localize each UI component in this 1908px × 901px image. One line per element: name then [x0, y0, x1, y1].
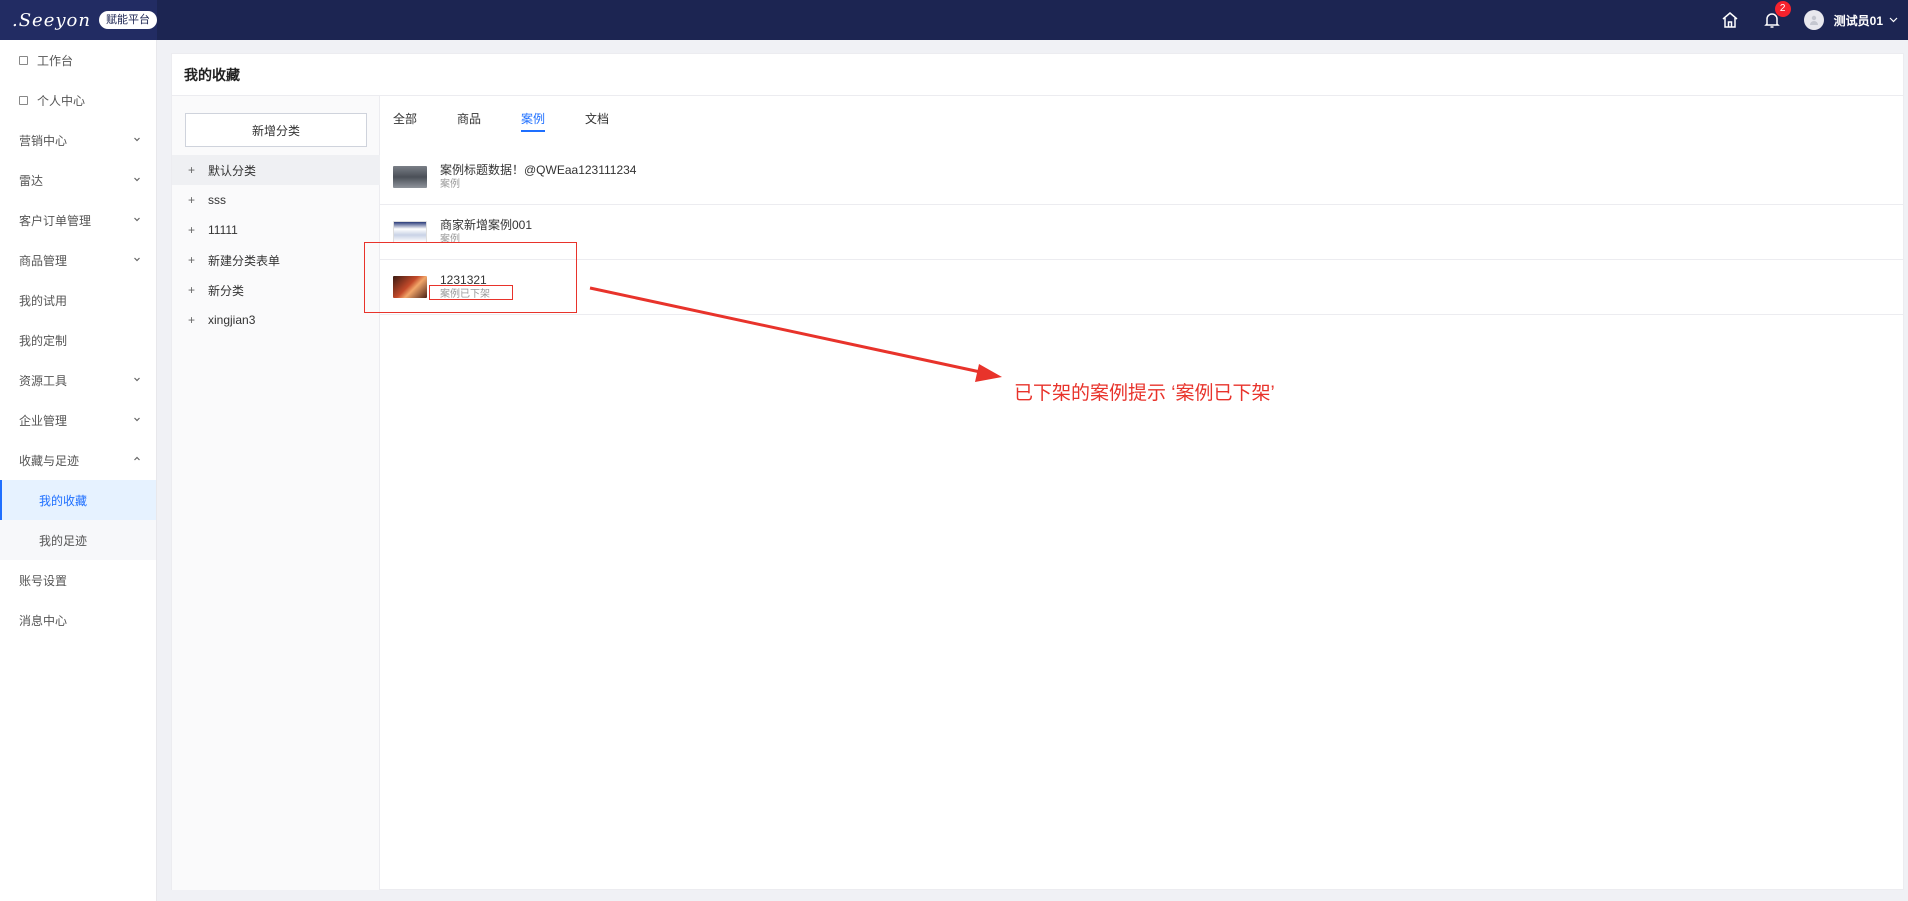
category-item[interactable]: + sss: [172, 185, 380, 215]
sidebar-item-favorites-footprints[interactable]: 收藏与足迹: [0, 440, 156, 480]
sidebar-item-label: 我的收藏: [39, 493, 88, 508]
sidebar-item-message-center[interactable]: 消息中心: [0, 600, 156, 640]
list-item[interactable]: 1231321 案例已下架: [380, 260, 1903, 315]
user-icon: [1809, 15, 1818, 25]
logo-text: .Seeyon: [12, 9, 91, 31]
annotation-highlight-box: [364, 242, 577, 313]
category-label: sss: [208, 193, 226, 207]
sidebar-item-my-favorites[interactable]: 我的收藏: [0, 480, 156, 520]
home-icon[interactable]: [1720, 10, 1740, 30]
sidebar-item-customer-orders[interactable]: 客户订单管理: [0, 200, 156, 240]
workbench-icon: [19, 55, 28, 65]
sidebar-item-marketing[interactable]: 营销中心: [0, 120, 156, 160]
annotation-status-box: [429, 285, 513, 300]
favorites-list: 案例标题数据！@QWEaa123111234 案例 商家新增案例001 案例 1…: [380, 150, 1903, 315]
sidebar-item-label: 企业管理: [19, 413, 68, 428]
sidebar-item-label: 雷达: [19, 173, 44, 188]
sidebar-item-my-trial[interactable]: 我的试用: [0, 280, 156, 320]
sidebar-item-resource-tools[interactable]: 资源工具: [0, 360, 156, 400]
favorites-card: 我的收藏 新增分类 + 默认分类 + sss + 11111 + 新建分类表单 …: [171, 53, 1904, 890]
notification-bell[interactable]: 2: [1762, 1, 1791, 30]
list-item[interactable]: 商家新增案例001 案例: [380, 205, 1903, 260]
tab-all[interactable]: 全部: [393, 110, 417, 132]
tab-documents[interactable]: 文档: [585, 110, 609, 132]
sidebar-item-enterprise[interactable]: 企业管理: [0, 400, 156, 440]
chevron-down-icon: [134, 177, 140, 182]
category-item[interactable]: + 新分类: [172, 275, 380, 305]
chevron-down-icon[interactable]: [1889, 15, 1898, 26]
category-item[interactable]: + 11111: [172, 215, 380, 245]
notification-badge: 2: [1774, 1, 1791, 17]
sidebar-item-label: 营销中心: [19, 133, 68, 148]
plus-icon[interactable]: +: [188, 223, 198, 237]
sidebar-item-account-settings[interactable]: 账号设置: [0, 560, 156, 600]
sidebar-item-label: 工作台: [37, 53, 74, 68]
sidebar-item-personal-center[interactable]: 个人中心: [0, 80, 156, 120]
case-thumbnail[interactable]: [393, 221, 427, 243]
platform-tag: 赋能平台: [98, 11, 157, 29]
add-category-button[interactable]: 新增分类: [185, 113, 367, 147]
sidebar-item-label: 商品管理: [19, 253, 68, 268]
sidebar-item-label: 个人中心: [37, 93, 86, 108]
item-text: 案例标题数据！@QWEaa123111234 案例: [440, 162, 636, 192]
sidebar-item-label: 我的定制: [19, 333, 68, 348]
chevron-down-icon: [134, 417, 140, 422]
top-bar: .Seeyon 赋能平台 2 测试员01: [0, 0, 1908, 40]
tab-products[interactable]: 商品: [457, 110, 481, 132]
case-thumbnail[interactable]: [393, 166, 427, 188]
sidebar-item-products[interactable]: 商品管理: [0, 240, 156, 280]
category-item[interactable]: + 新建分类表单: [172, 245, 380, 275]
sidebar-item-workbench[interactable]: 工作台: [0, 40, 156, 80]
plus-icon[interactable]: +: [188, 313, 198, 327]
chevron-down-icon: [134, 137, 140, 142]
chevron-down-icon: [134, 217, 140, 222]
sidebar-submenu: 我的收藏 我的足迹: [0, 480, 156, 560]
personal-center-icon: [19, 95, 28, 105]
annotation-label: 已下架的案例提示 ‘案例已下架’: [1014, 383, 1275, 404]
category-item[interactable]: + 默认分类: [172, 155, 380, 185]
item-title[interactable]: 案例标题数据！@QWEaa123111234: [440, 162, 636, 178]
sidebar-item-label: 我的足迹: [39, 533, 88, 548]
topbar-actions: 2 测试员01: [1720, 0, 1898, 40]
sidebar-item-label: 消息中心: [19, 613, 68, 628]
page-title: 我的收藏: [172, 54, 1903, 96]
user-name[interactable]: 测试员01: [1834, 12, 1883, 29]
favorites-content: 全部 商品 案例 文档 案例标题数据！@QWEaa123111234 案例 商家…: [380, 96, 1903, 889]
plus-icon[interactable]: +: [188, 163, 198, 177]
plus-icon[interactable]: +: [188, 283, 198, 297]
category-list: + 默认分类 + sss + 11111 + 新建分类表单 + 新分类 + xi…: [172, 155, 380, 335]
logo[interactable]: .Seeyon 赋能平台: [0, 0, 157, 40]
type-tabs: 全部 商品 案例 文档: [393, 110, 649, 132]
chevron-down-icon: [134, 257, 140, 262]
sidebar-item-radar[interactable]: 雷达: [0, 160, 156, 200]
sidebar-item-label: 我的试用: [19, 293, 68, 308]
category-label: 新分类: [208, 283, 245, 298]
chevron-up-icon: [134, 456, 140, 461]
category-label: xingjian3: [208, 313, 256, 327]
item-title[interactable]: 商家新增案例001: [440, 217, 532, 233]
tab-cases[interactable]: 案例: [521, 110, 546, 132]
category-label: 新建分类表单: [208, 253, 281, 268]
list-item[interactable]: 案例标题数据！@QWEaa123111234 案例: [380, 150, 1903, 205]
category-item[interactable]: + xingjian3: [172, 305, 380, 335]
plus-icon[interactable]: +: [188, 193, 198, 207]
category-label: 11111: [208, 223, 238, 237]
plus-icon[interactable]: +: [188, 253, 198, 267]
chevron-down-icon: [134, 377, 140, 382]
category-label: 默认分类: [208, 163, 257, 178]
sidebar-item-my-custom[interactable]: 我的定制: [0, 320, 156, 360]
sidebar-item-my-footprints[interactable]: 我的足迹: [0, 520, 156, 560]
sidebar-item-label: 资源工具: [19, 373, 68, 388]
sidebar-item-label: 客户订单管理: [19, 213, 92, 228]
category-panel: 新增分类 + 默认分类 + sss + 11111 + 新建分类表单 + 新分类: [172, 96, 380, 890]
avatar[interactable]: [1803, 10, 1824, 30]
sidebar-item-label: 收藏与足迹: [19, 453, 80, 468]
sidebar: 工作台 个人中心 营销中心 雷达 客户订单管理 商品管理 我的试用 我的定制 资…: [0, 40, 157, 901]
item-type: 案例: [440, 179, 460, 190]
sidebar-item-label: 账号设置: [19, 573, 68, 588]
